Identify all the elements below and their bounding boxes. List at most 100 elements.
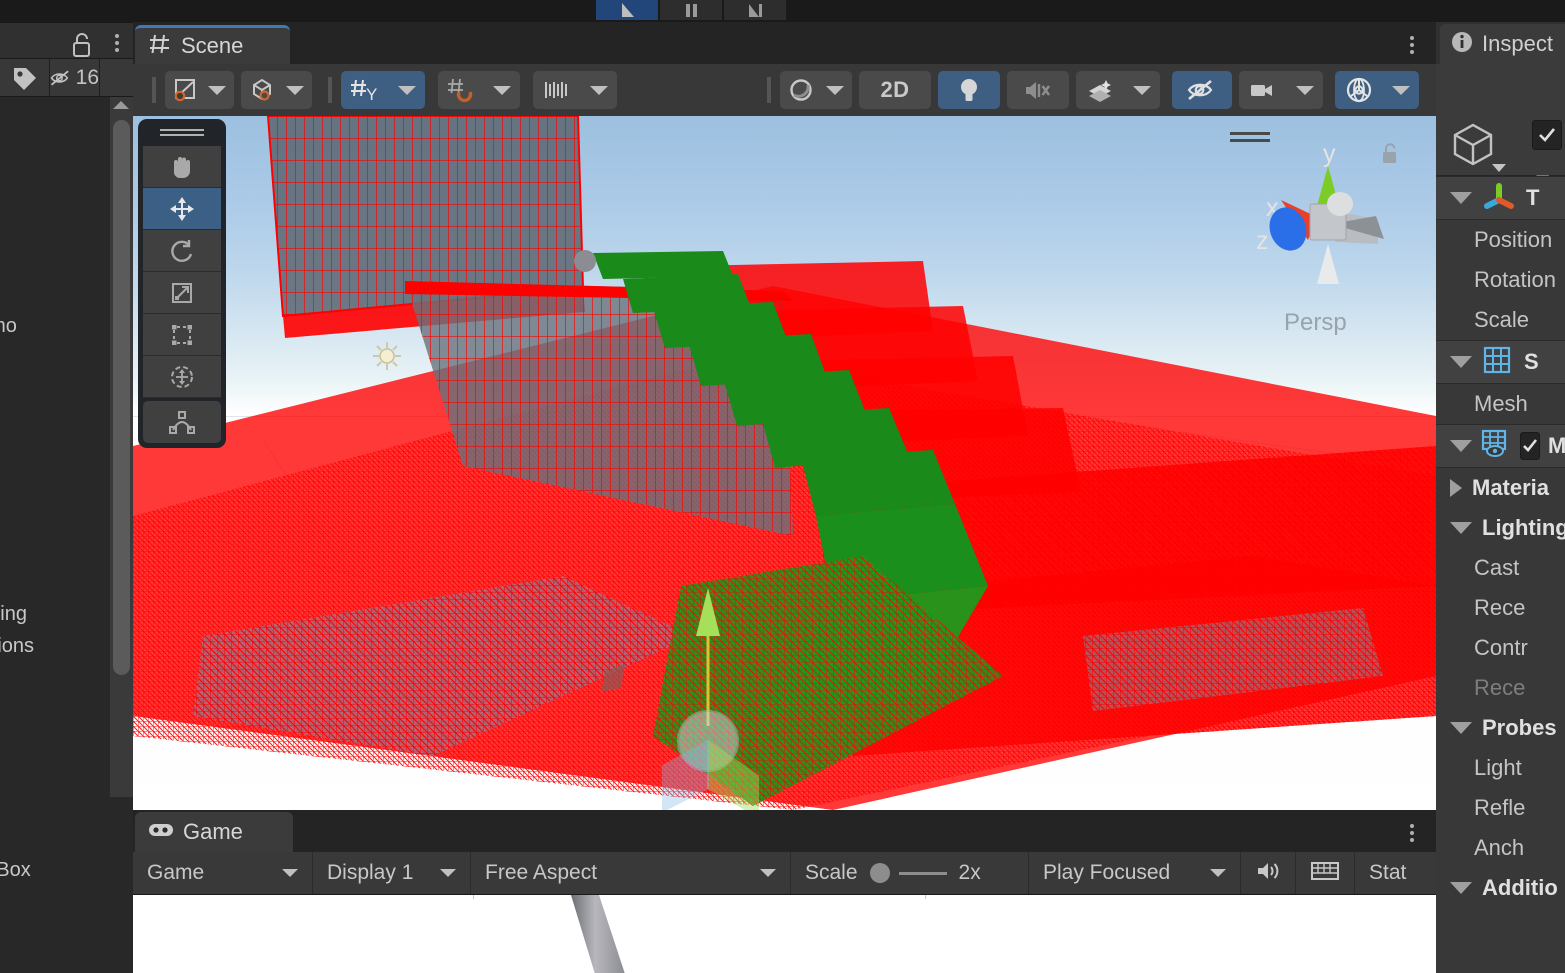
scale-slider[interactable]: Scale 2x — [791, 852, 1029, 894]
chevron-down-icon[interactable] — [282, 869, 298, 877]
property-lighting[interactable]: Lighting — [1436, 508, 1565, 548]
pause-button[interactable] — [660, 0, 722, 20]
property-receive-shadows[interactable]: Rece — [1436, 588, 1565, 628]
fx-button[interactable] — [1076, 71, 1124, 109]
scene-camera-dropdown[interactable] — [1239, 71, 1323, 109]
component-header-mesh-renderer[interactable]: M — [1436, 424, 1565, 468]
fx-dropdown[interactable] — [1076, 71, 1160, 109]
property-anchor-override[interactable]: Anch — [1436, 828, 1565, 868]
grid-axis-toggle[interactable]: Y — [341, 71, 425, 109]
list-item[interactable]: pping — [0, 603, 27, 626]
chevron-down-icon[interactable] — [1492, 164, 1506, 172]
property-cast-shadows[interactable]: Cast — [1436, 548, 1565, 588]
chevron-down-icon[interactable] — [826, 86, 844, 95]
property-additional-settings[interactable]: Additio — [1436, 868, 1565, 908]
toggle-2d-button[interactable]: 2D — [859, 71, 931, 109]
component-header-mesh-filter[interactable]: S — [1436, 340, 1565, 384]
mute-audio-button[interactable] — [1241, 852, 1296, 894]
list-item[interactable]: rations — [0, 635, 34, 658]
gizmos-caret[interactable] — [1383, 71, 1419, 109]
property-light-probes[interactable]: Light — [1436, 748, 1565, 788]
scene-orientation-gizmo[interactable]: y x z Persp — [1228, 124, 1428, 344]
foldout-arrow[interactable] — [1450, 479, 1462, 497]
fx-caret[interactable] — [1124, 71, 1160, 109]
foldout-arrow[interactable] — [1450, 192, 1472, 204]
tab-inspector[interactable]: Inspect — [1440, 24, 1565, 64]
foldout-arrow[interactable] — [1450, 356, 1472, 368]
lock-open-icon[interactable] — [71, 32, 93, 63]
stats-toggle[interactable]: Stat — [1355, 852, 1420, 894]
slider-knob[interactable] — [870, 863, 890, 883]
grid-size-dropdown[interactable] — [533, 71, 617, 109]
draw-mode-dropdown[interactable] — [165, 71, 234, 109]
kebab-menu-icon[interactable] — [1410, 33, 1414, 57]
kebab-menu-icon[interactable] — [115, 31, 119, 55]
hand-tool[interactable] — [143, 146, 221, 188]
mesh-renderer-enabled-checkbox[interactable] — [1520, 432, 1540, 460]
hidden-objects-toggle[interactable] — [1172, 71, 1232, 109]
chevron-down-icon[interactable] — [760, 869, 776, 877]
property-probes[interactable]: Probes — [1436, 708, 1565, 748]
chevron-down-icon[interactable] — [1392, 86, 1410, 95]
gizmo-mode-dropdown[interactable] — [241, 71, 312, 109]
property-contribute-gi[interactable]: Contr — [1436, 628, 1565, 668]
grid-size-button[interactable] — [533, 71, 581, 109]
scene-camera-effects-dropdown[interactable] — [780, 71, 852, 109]
game-view-mode-dropdown[interactable]: Game — [133, 852, 313, 894]
rotate-tool[interactable] — [143, 230, 221, 272]
grid-snap-toggle[interactable] — [438, 71, 520, 109]
chevron-down-icon[interactable] — [398, 86, 416, 95]
hierarchy-scrollbar[interactable] — [110, 97, 133, 797]
rect-tool[interactable] — [143, 314, 221, 356]
lock-open-icon[interactable] — [1380, 142, 1400, 171]
scene-viewport[interactable]: y x z Persp — [133, 116, 1436, 810]
hidden-objects-count[interactable]: 16 — [50, 59, 100, 96]
chevron-down-icon[interactable] — [1133, 86, 1151, 95]
chevron-down-icon[interactable] — [1296, 86, 1314, 95]
tab-game[interactable]: Game — [135, 812, 293, 852]
property-materials[interactable]: Materia — [1436, 468, 1565, 508]
play-button[interactable] — [596, 0, 658, 20]
move-tool[interactable] — [143, 188, 221, 230]
transform-combined-tool[interactable] — [143, 356, 221, 398]
property-rotation[interactable]: Rotation — [1436, 260, 1565, 300]
chevron-down-icon[interactable] — [286, 86, 304, 95]
tab-scene[interactable]: Scene — [135, 25, 290, 64]
chevron-down-icon[interactable] — [208, 86, 226, 95]
gizmos-toggle[interactable] — [1335, 71, 1419, 109]
step-button[interactable] — [724, 0, 786, 20]
scene-camera-caret[interactable] — [1287, 71, 1323, 109]
scale-tool[interactable] — [143, 272, 221, 314]
property-scale[interactable]: Scale — [1436, 300, 1565, 340]
object-enabled-checkbox[interactable] — [1532, 120, 1562, 150]
foldout-arrow[interactable] — [1450, 522, 1472, 534]
property-reflection-probes[interactable]: Refle — [1436, 788, 1565, 828]
gizmos-button[interactable] — [1335, 71, 1383, 109]
custom-editor-tool[interactable] — [143, 401, 221, 443]
caret-up-icon[interactable] — [113, 101, 129, 109]
component-header-transform[interactable]: T — [1436, 176, 1565, 220]
slider-track[interactable] — [899, 872, 947, 875]
list-item[interactable]: emo — [0, 315, 17, 338]
chevron-down-icon[interactable] — [590, 86, 608, 95]
chevron-down-icon[interactable] — [440, 869, 456, 877]
overlay-drag-handle[interactable] — [160, 129, 204, 139]
aspect-dropdown[interactable]: Free Aspect — [471, 852, 791, 894]
grid-snap-button[interactable] — [438, 71, 484, 109]
toggle-audio-button[interactable] — [1007, 71, 1069, 109]
cube-icon[interactable] — [1450, 122, 1496, 171]
gizmo-drag-handle[interactable] — [1230, 132, 1270, 146]
chevron-down-icon[interactable] — [493, 86, 511, 95]
grid-snap-dropdown[interactable] — [484, 71, 520, 109]
foldout-arrow[interactable] — [1450, 440, 1472, 452]
kebab-menu-icon[interactable] — [1410, 821, 1414, 845]
play-mode-dropdown[interactable]: Play Focused — [1029, 852, 1241, 894]
projection-label[interactable]: Persp — [1284, 309, 1347, 337]
tag-icon[interactable] — [0, 59, 50, 96]
foldout-arrow[interactable] — [1450, 722, 1472, 734]
property-position[interactable]: Position — [1436, 220, 1565, 260]
grid-axis-dropdown[interactable] — [389, 71, 425, 109]
grid-size-caret[interactable] — [581, 71, 617, 109]
foldout-arrow[interactable] — [1450, 882, 1472, 894]
display-dropdown[interactable]: Display 1 — [313, 852, 471, 894]
